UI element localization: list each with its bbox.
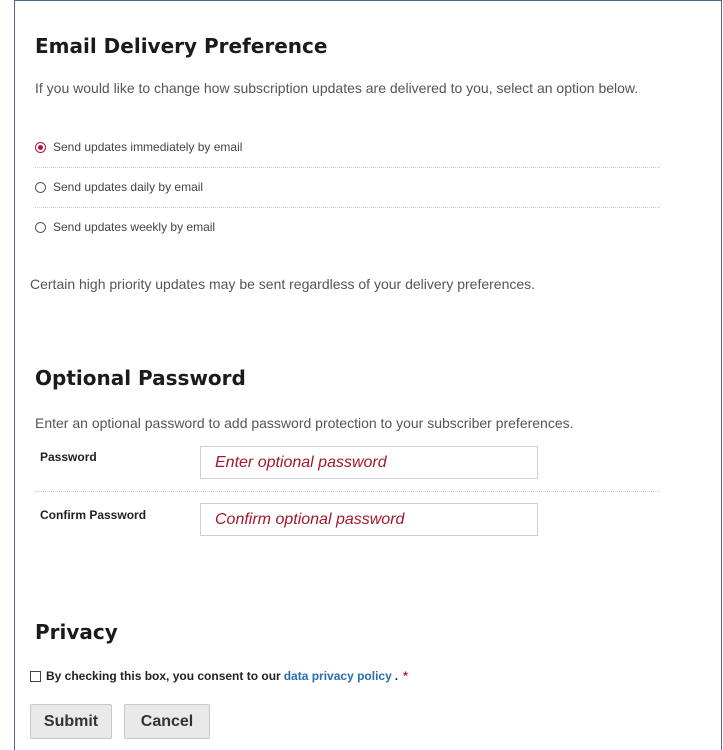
radio-unselected-icon[interactable] [35,221,46,233]
optional-password-intro: Enter an optional password to add passwo… [35,415,574,431]
cancel-button[interactable]: Cancel [124,704,210,739]
privacy-heading: Privacy [35,620,118,644]
privacy-consent: By checking this box, you consent to our… [30,669,408,683]
confirm-password-label: Confirm Password [40,508,147,522]
option-weekly-label: Send updates weekly by email [53,220,216,234]
confirm-password-input[interactable] [200,503,538,536]
consent-text: By checking this box, you consent to our [46,669,281,683]
radio-unselected-icon[interactable] [35,181,46,193]
consent-period: . [394,669,399,683]
password-input[interactable] [200,446,538,479]
option-daily-label: Send updates daily by email [53,180,204,194]
submit-button[interactable]: Submit [30,704,112,739]
privacy-policy-link[interactable]: data privacy policy [284,669,392,683]
password-label: Password [40,450,97,464]
email-delivery-intro: If you would like to change how subscrip… [35,80,639,96]
field-divider [35,491,660,492]
consent-checkbox[interactable] [30,670,41,682]
optional-password-heading: Optional Password [35,366,246,390]
delivery-note: Certain high priority updates may be sen… [30,276,536,292]
required-marker: * [403,669,408,683]
email-delivery-heading: Email Delivery Preference [35,34,328,58]
option-weekly[interactable]: Send updates weekly by email [35,207,660,247]
option-immediately[interactable]: Send updates immediately by email [35,127,660,168]
option-immediately-label: Send updates immediately by email [53,140,243,154]
subscriber-preferences-form: Email Delivery Preference If you would l… [0,0,723,750]
option-daily[interactable]: Send updates daily by email [35,167,660,208]
radio-selected-icon[interactable] [35,141,46,153]
